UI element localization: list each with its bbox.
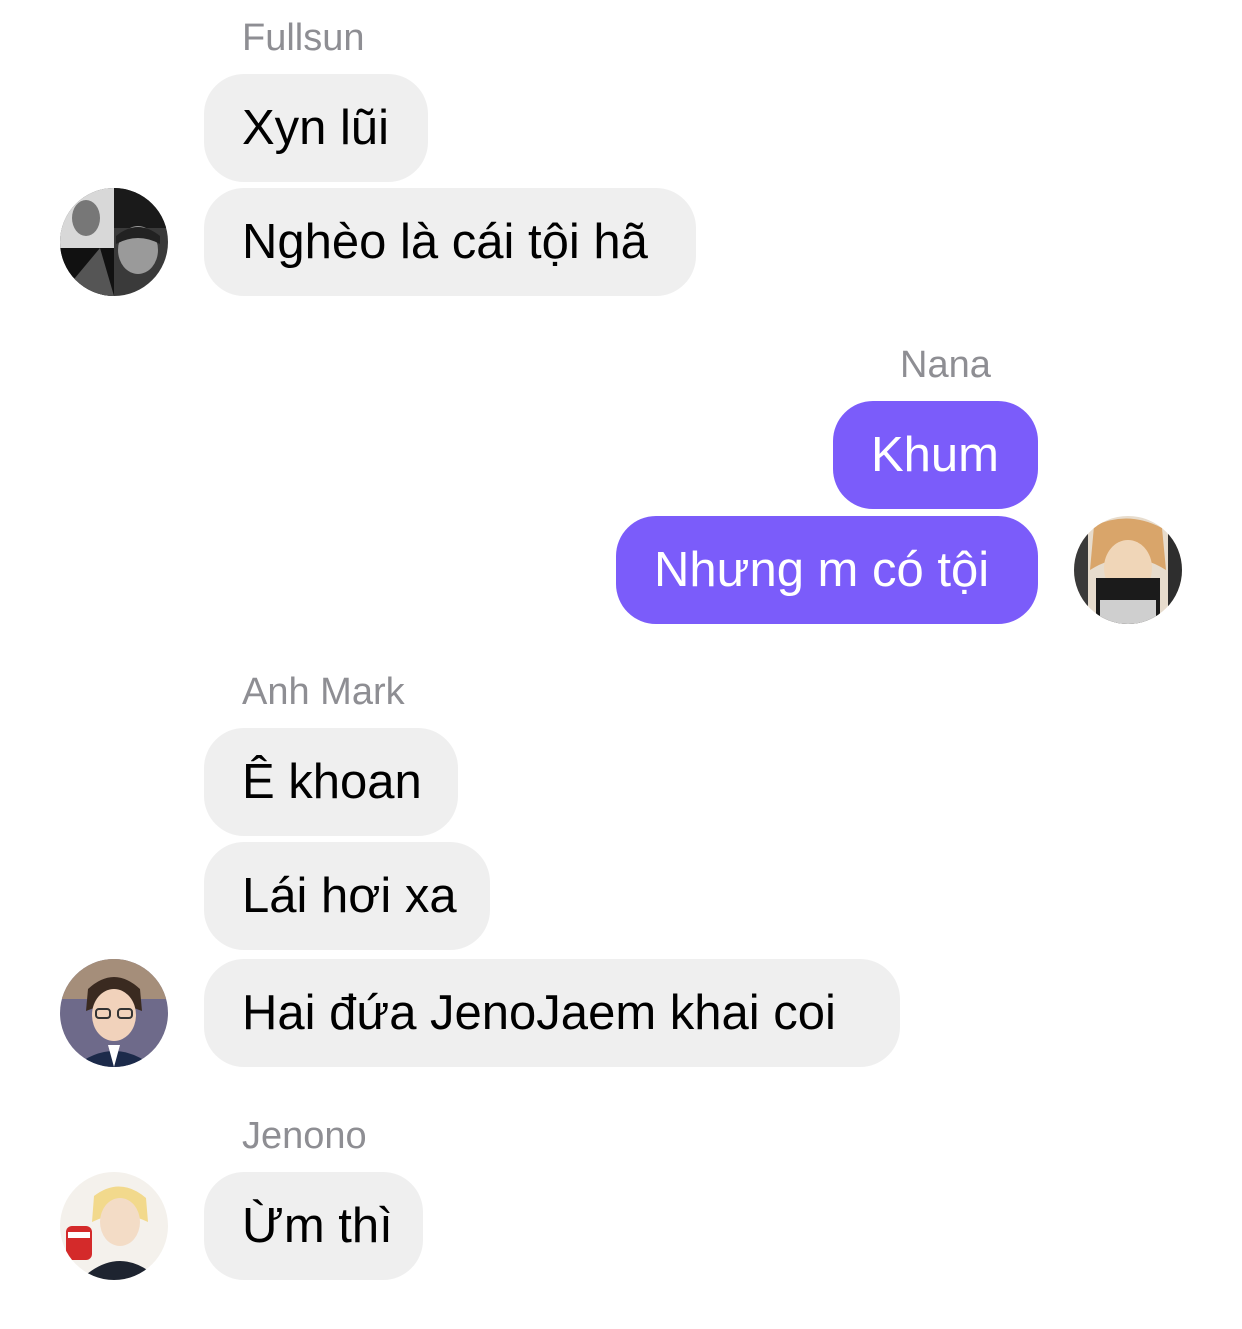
message-bubble[interactable]: Nhưng m có tội (616, 516, 1038, 624)
message-bubble[interactable]: Khum (833, 401, 1038, 509)
sender-name-nana: Nana (900, 344, 991, 386)
sender-name-anh-mark: Anh Mark (242, 671, 405, 713)
message-bubble[interactable]: Xyn lũi (204, 74, 428, 182)
sender-name-fullsun: Fullsun (242, 17, 365, 59)
avatar-jenono[interactable] (60, 1172, 168, 1280)
avatar-fullsun[interactable] (60, 188, 168, 296)
sender-name-jenono: Jenono (242, 1115, 367, 1157)
message-bubble[interactable]: Ê khoan (204, 728, 458, 836)
avatar-anh-mark[interactable] (60, 959, 168, 1067)
message-bubble[interactable]: Nghèo là cái tội hã (204, 188, 696, 296)
message-bubble[interactable]: Ừm thì (204, 1172, 423, 1280)
avatar-nana[interactable] (1074, 516, 1182, 624)
message-bubble[interactable]: Hai đứa JenoJaem khai coi (204, 959, 900, 1067)
message-bubble[interactable]: Lái hơi xa (204, 842, 490, 950)
